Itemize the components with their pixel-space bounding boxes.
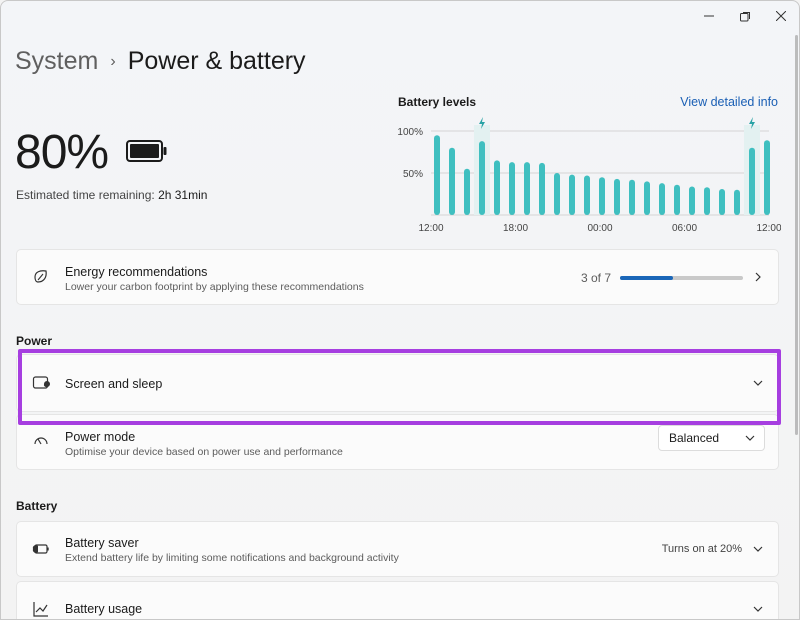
- chart-bar: [689, 186, 695, 215]
- page-title: Power & battery: [127, 47, 306, 75]
- battery-section-label: Battery: [16, 499, 58, 513]
- scrollbar[interactable]: [795, 35, 798, 435]
- power-mode-title: Power mode: [65, 430, 136, 444]
- chart-bar: [539, 162, 545, 215]
- chart-bar: [659, 183, 665, 215]
- chart-bar: [584, 175, 590, 215]
- estimated-time: Estimated time remaining: 2h 31min: [16, 188, 207, 202]
- chart-title: Battery levels: [398, 95, 477, 109]
- close-icon: [776, 11, 786, 21]
- chart-bar: [449, 147, 455, 215]
- x-tick-label: 18:00: [503, 223, 528, 234]
- power-mode-selected-value: Balanced: [669, 431, 720, 445]
- chevron-down-icon: [745, 435, 755, 441]
- battery-saver-card[interactable]: Battery saver Extend battery life by lim…: [16, 521, 779, 577]
- energy-progress-bar: [620, 276, 743, 280]
- minimize-button[interactable]: [691, 1, 727, 31]
- battery-icon: [126, 140, 167, 162]
- chart-bar: [494, 160, 500, 215]
- power-mode-dropdown[interactable]: Balanced: [658, 425, 765, 451]
- restore-icon: [739, 11, 750, 21]
- battery-saver-title: Battery saver: [65, 536, 139, 550]
- chart-bar: [764, 140, 770, 215]
- y-tick-label: 50%: [403, 169, 423, 180]
- battery-usage-title: Battery usage: [65, 602, 143, 616]
- chart-bar: [734, 189, 740, 215]
- chart-bar: [569, 174, 575, 215]
- power-mode-card: Power mode Optimise your device based on…: [16, 414, 779, 470]
- chart-bar: [554, 173, 560, 215]
- screen-and-sleep-card[interactable]: Screen and sleep: [16, 354, 779, 412]
- chart-bar: [674, 184, 680, 215]
- x-tick-label: 06:00: [672, 223, 697, 234]
- screen-sleep-icon: [32, 376, 50, 389]
- x-tick-label: 12:00: [756, 223, 781, 234]
- chart-bar: [509, 162, 515, 215]
- battery-saver-status: Turns on at 20%: [661, 543, 742, 555]
- chevron-down-icon[interactable]: [752, 377, 764, 389]
- energy-recommendations-card[interactable]: Energy recommendations Lower your carbon…: [16, 249, 779, 305]
- chart-bar: [644, 181, 650, 215]
- chart-bar: [434, 135, 440, 215]
- chevron-down-icon[interactable]: [752, 543, 764, 555]
- leaf-heart-icon: [34, 270, 47, 283]
- settings-window: System › Power & battery 80% Estimated t…: [0, 0, 800, 620]
- screen-and-sleep-title: Screen and sleep: [65, 377, 163, 391]
- power-mode-desc: Optimise your device based on power use …: [65, 446, 343, 458]
- estimated-time-label: Estimated time remaining:: [16, 188, 155, 202]
- chart-bar: [614, 178, 620, 215]
- energy-recommendations-title: Energy recommendations: [65, 265, 208, 279]
- chart-bar: [464, 168, 470, 215]
- x-tick-label: 12:00: [418, 223, 443, 234]
- chart-bar: [704, 187, 710, 215]
- chart-bar: [479, 141, 485, 215]
- chart-bar: [524, 162, 530, 215]
- battery-saver-icon: [32, 544, 49, 554]
- battery-percentage: 80%: [15, 126, 109, 179]
- battery-usage-card[interactable]: Battery usage: [16, 581, 779, 619]
- battery-levels-chart: 100% 50% 12:00 18:00 00:00 06:00 12:00: [397, 117, 781, 234]
- chart-bar: [749, 147, 755, 215]
- energy-recommendations-desc: Lower your carbon footprint by applying …: [65, 281, 364, 293]
- breadcrumb-system-link[interactable]: System: [15, 47, 98, 76]
- title-bar: [691, 1, 799, 31]
- minimize-icon: [704, 15, 714, 17]
- energy-progress-text: 3 of 7: [580, 271, 611, 285]
- breadcrumb-separator: ›: [110, 52, 116, 70]
- power-mode-icon: [34, 437, 48, 445]
- restore-button[interactable]: [727, 1, 763, 31]
- chevron-right-icon: [755, 272, 761, 282]
- power-section-label: Power: [16, 334, 53, 348]
- chart-bar: [719, 188, 725, 215]
- close-button[interactable]: [763, 1, 799, 31]
- estimated-time-value: 2h 31min: [158, 188, 208, 202]
- chart-bar: [599, 177, 605, 215]
- energy-progress-fill: [620, 276, 673, 280]
- chart-bar: [629, 179, 635, 215]
- battery-saver-desc: Extend battery life by limiting some not…: [65, 552, 399, 564]
- x-tick-label: 00:00: [587, 223, 612, 234]
- breadcrumb: System › Power & battery: [15, 47, 306, 76]
- view-detailed-info-link[interactable]: View detailed info: [680, 95, 778, 109]
- chart-line-icon: [33, 602, 48, 617]
- chevron-down-icon[interactable]: [752, 603, 764, 615]
- y-tick-label: 100%: [397, 127, 423, 138]
